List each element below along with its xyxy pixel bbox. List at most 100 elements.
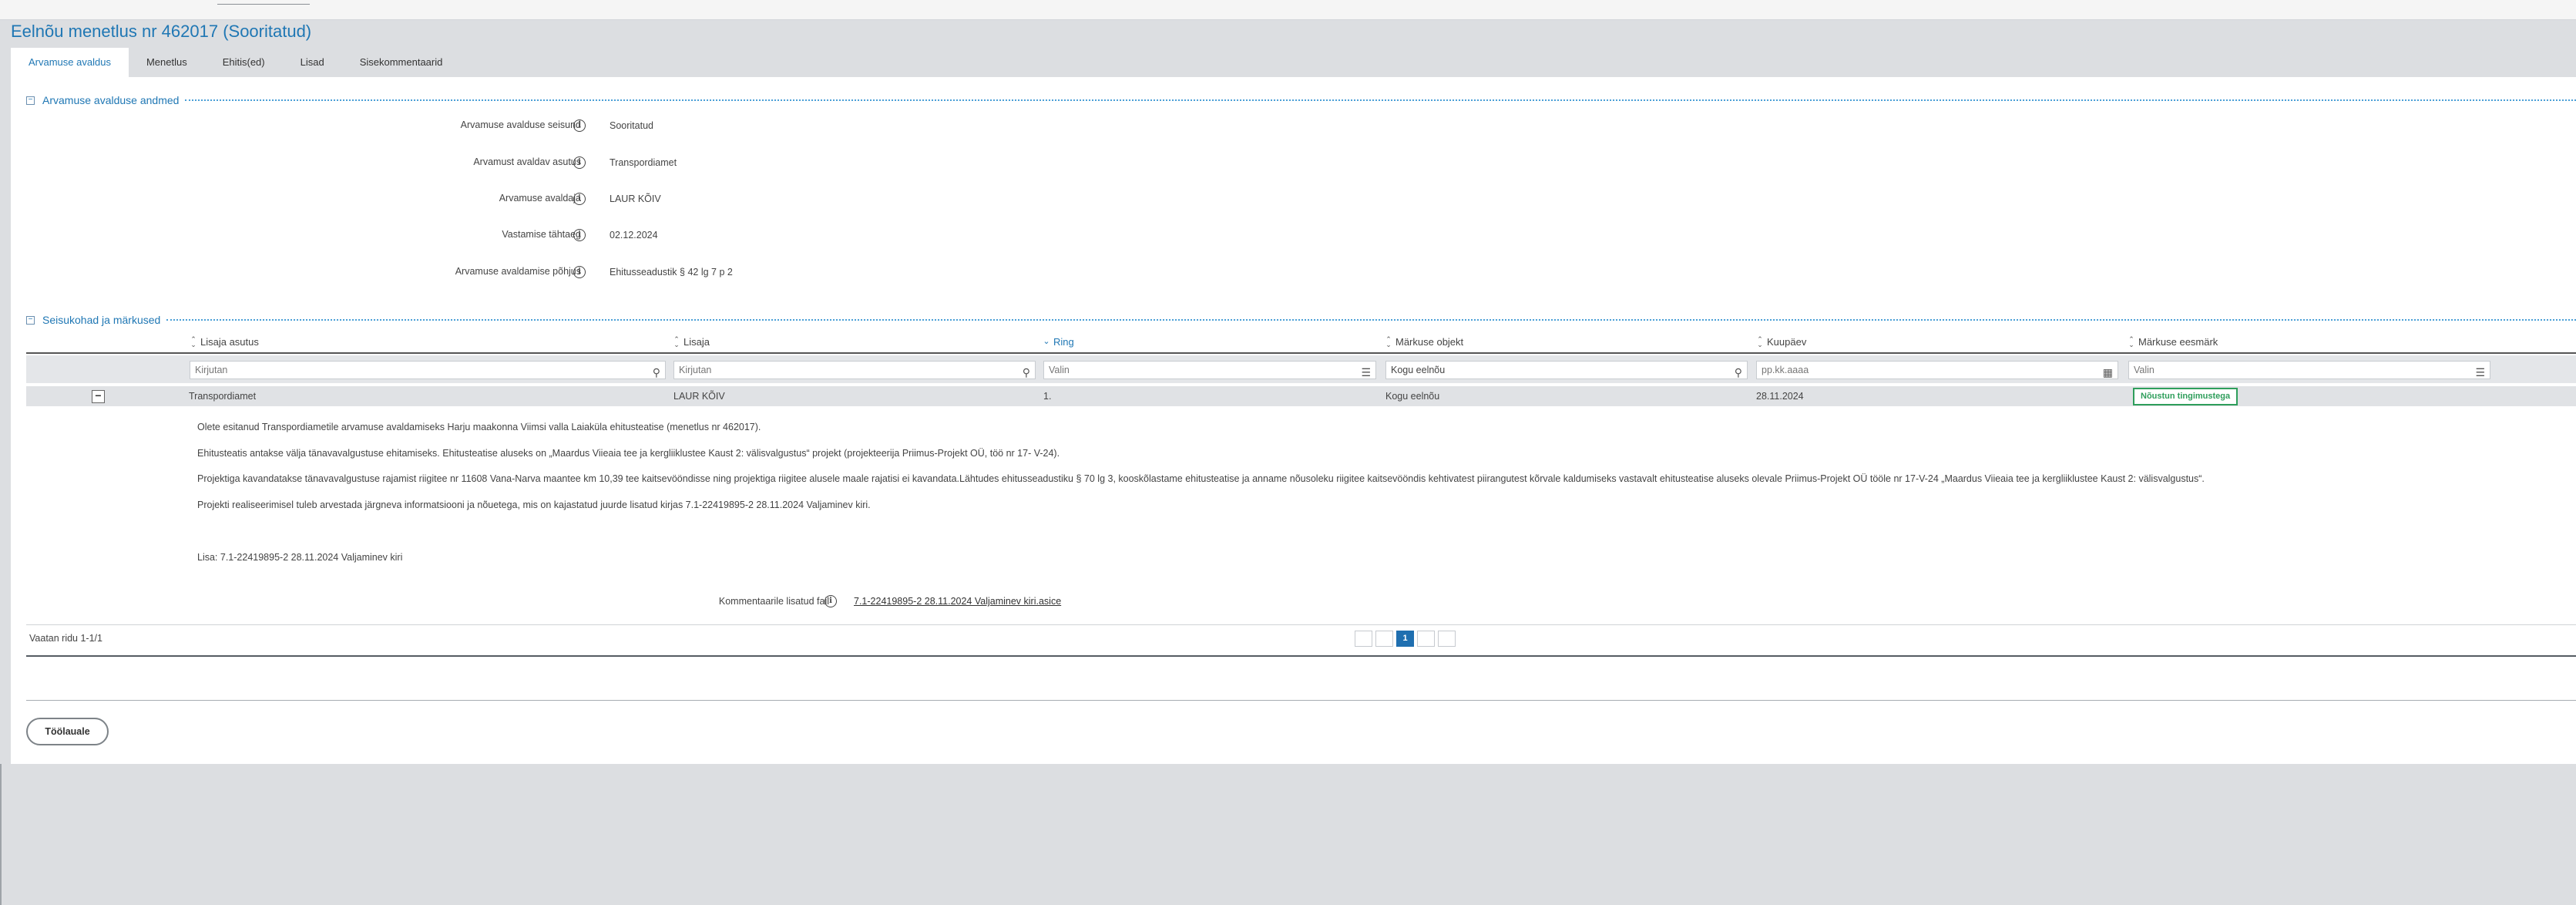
tab-menetlus[interactable]: Menetlus (129, 48, 205, 77)
filter-kuupaev-input[interactable]: pp.kk.aaaa ▦ (1756, 361, 2118, 379)
tab-sisekommentaarid[interactable]: Sisekommentaarid (342, 48, 461, 77)
column-header-objekt[interactable]: ⌃ ⌄ Märkuse objekt (1385, 335, 1464, 348)
filter-objekt-input[interactable]: Kogu eelnõu ⚲ (1385, 361, 1748, 379)
cell-kuupaev: 28.11.2024 (1756, 391, 1804, 402)
detail-paragraph: Olete esitanud Transpordiametile arvamus… (197, 422, 761, 432)
column-header-asutus[interactable]: ⌃ ⌄ Lisaja asutus (190, 335, 259, 348)
column-header-eesmark[interactable]: ⌃ ⌄ Märkuse eesmärk (2128, 335, 2218, 348)
detail-attachment-note: Lisa: 7.1-22419895-2 28.11.2024 Valjamin… (197, 552, 403, 563)
filter-eesmark-select[interactable]: Valin ☰ (2128, 361, 2490, 379)
background-area (0, 764, 2576, 905)
details-section-toggle[interactable]: − (26, 96, 35, 105)
filter-placeholder: Kirjutan (195, 365, 228, 375)
filter-placeholder: pp.kk.aaaa (1762, 365, 1809, 375)
first-page-button[interactable] (1355, 631, 1372, 647)
filter-value: Kogu eelnõu (1391, 365, 1446, 375)
list-icon[interactable]: ☰ (2475, 364, 2485, 381)
column-header-ring[interactable]: ⌄ Ring (1043, 336, 1074, 348)
next-page-button[interactable] (1417, 631, 1435, 647)
column-label: Kuupäev (1767, 336, 1807, 348)
field-avaldaja: Arvamuse avaldaja i LAUR KÕIV (11, 191, 2576, 208)
filter-ring-select[interactable]: Valin ☰ (1043, 361, 1376, 379)
comments-section-header: − Seisukohad ja märkused (26, 312, 2576, 328)
column-header-kuupaev[interactable]: ⌃ ⌄ Kuupäev (1756, 335, 1807, 348)
rows-info: Vaatan ridu 1-1/1 (29, 633, 102, 644)
grid-header: ⌃ ⌄ Lisaja asutus ⌃ ⌄ Lisaja ⌄ Ring ⌃ ⌄ Mär… (26, 332, 2576, 354)
info-icon[interactable]: i (573, 193, 586, 205)
pagination: 1 (1355, 631, 1456, 647)
top-header-strip (0, 0, 2576, 20)
column-label: Lisaja asutus (200, 336, 259, 348)
comments-section-title: Seisukohad ja märkused (42, 314, 161, 326)
comments-section-toggle[interactable]: − (26, 315, 35, 325)
main-panel: − Arvamuse avalduse andmed Arvamuse aval… (11, 77, 2576, 764)
attachment-file-link[interactable]: 7.1-22419895-2 28.11.2024 Valjaminev kir… (854, 596, 1061, 607)
last-page-button[interactable] (1438, 631, 1456, 647)
info-icon[interactable]: i (573, 119, 586, 132)
detail-paragraph: Projektiga kavandatakse tänavavalgustuse… (197, 473, 2205, 484)
field-value: Ehitusseadustik § 42 lg 7 p 2 (610, 267, 733, 278)
search-icon[interactable]: ⚲ (653, 364, 660, 381)
field-label: Arvamust avaldav asutus (473, 156, 581, 167)
cell-lisaja: LAUR KÕIV (673, 391, 725, 402)
divider (26, 700, 2576, 701)
column-label: Ring (1053, 336, 1074, 348)
search-icon[interactable]: ⚲ (1023, 364, 1030, 381)
column-label: Märkuse objekt (1395, 336, 1464, 348)
info-icon[interactable]: i (573, 229, 586, 241)
tab-arvamuse-avaldus[interactable]: Arvamuse avaldus (11, 48, 129, 77)
field-label: Vastamise tähtaeg (502, 229, 581, 240)
section-divider (166, 319, 2576, 321)
back-to-dashboard-button[interactable]: Töölauale (26, 718, 109, 745)
sort-icon: ⌃ ⌄ (190, 335, 196, 348)
filter-placeholder: Valin (1049, 365, 1070, 375)
tab-lisad[interactable]: Lisad (283, 48, 342, 77)
divider (26, 655, 2576, 657)
info-icon[interactable]: i (573, 266, 586, 278)
sort-icon: ⌃ ⌄ (2128, 335, 2134, 348)
sort-icon: ⌃ ⌄ (673, 335, 680, 348)
attachment-row: Kommentaarile lisatud fail i 7.1-2241989… (11, 593, 2576, 611)
column-header-lisaja[interactable]: ⌃ ⌄ Lisaja (673, 335, 710, 348)
sort-icon: ⌃ ⌄ (1757, 335, 1763, 348)
table-row[interactable]: − Transpordiamet LAUR KÕIV 1. Kogu eelnõ… (26, 386, 2576, 406)
collapse-row-button[interactable]: − (92, 390, 105, 403)
field-tahtaeg: Vastamise tähtaeg i 02.12.2024 (11, 227, 2576, 244)
attachment-label: Kommentaarile lisatud fail (718, 596, 829, 607)
cell-asutus: Transpordiamet (189, 391, 257, 402)
tab-bar: Arvamuse avaldus Menetlus Ehitis(ed) Lis… (11, 48, 460, 77)
details-section-header: − Arvamuse avalduse andmed (26, 93, 2576, 108)
section-divider (185, 99, 2576, 101)
cell-ring: 1. (1043, 391, 1052, 402)
filter-row: Kirjutan ⚲ Kirjutan ⚲ Valin ☰ Kogu eelnõ… (26, 355, 2576, 383)
field-label: Arvamuse avalduse seisund (460, 119, 581, 130)
filter-placeholder: Valin (2134, 365, 2155, 375)
field-value: 02.12.2024 (610, 230, 658, 241)
sort-icon: ⌃ ⌄ (1385, 335, 1392, 348)
calendar-icon[interactable]: ▦ (2103, 364, 2113, 381)
sort-desc-icon: ⌄ (1043, 337, 1050, 346)
field-value: Transpordiamet (610, 157, 677, 168)
filter-asutus-input[interactable]: Kirjutan ⚲ (190, 361, 666, 379)
detail-paragraph: Ehitusteatis antakse välja tänavavalgust… (197, 448, 1060, 459)
list-icon[interactable]: ☰ (1361, 364, 1371, 381)
info-icon[interactable]: i (573, 156, 586, 169)
field-seisund: Arvamuse avalduse seisund i Sooritatud (11, 118, 2576, 135)
status-badge: Nõustun tingimustega (2133, 388, 2238, 405)
field-label: Arvamuse avaldamise põhjus (455, 266, 581, 277)
search-icon[interactable]: ⚲ (1735, 364, 1742, 381)
details-section-title: Arvamuse avalduse andmed (42, 94, 180, 106)
field-value: Sooritatud (610, 120, 653, 131)
column-label: Märkuse eesmärk (2138, 336, 2218, 348)
breadcrumb[interactable] (217, 0, 310, 5)
filter-placeholder: Kirjutan (679, 365, 712, 375)
field-label: Arvamuse avaldaja (499, 193, 581, 204)
info-icon[interactable]: i (825, 595, 837, 607)
page-title: Eelnõu menetlus nr 462017 (Sooritatud) (11, 22, 312, 41)
field-pohjus: Arvamuse avaldamise põhjus i Ehitusseadu… (11, 264, 2576, 281)
prev-page-button[interactable] (1375, 631, 1393, 647)
filter-lisaja-input[interactable]: Kirjutan ⚲ (673, 361, 1036, 379)
tab-ehitised[interactable]: Ehitis(ed) (205, 48, 283, 77)
page-button[interactable]: 1 (1396, 631, 1414, 647)
grid-footer: Vaatan ridu 1-1/1 1 (26, 624, 2576, 651)
